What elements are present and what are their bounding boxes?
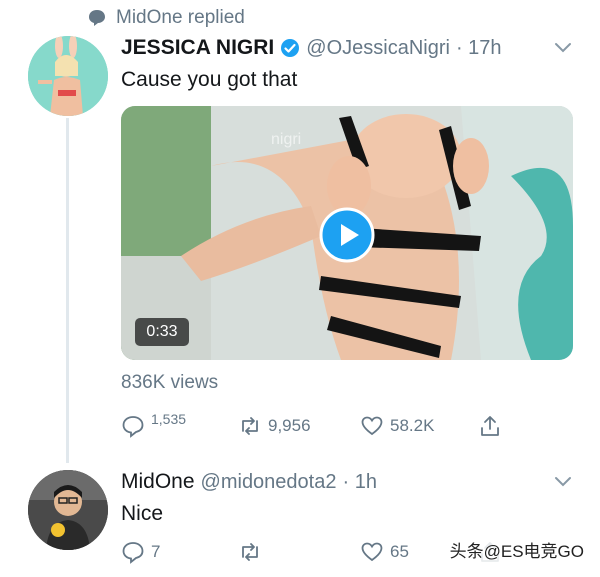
like-button[interactable]: 65: [360, 540, 409, 564]
heart-icon: [361, 542, 383, 562]
retweet-icon: [242, 543, 258, 561]
chevron-down-icon[interactable]: [554, 42, 572, 54]
avatar[interactable]: [28, 36, 108, 116]
source-watermark: 头条@ES电竞GO: [447, 536, 586, 563]
retweet-button[interactable]: [238, 540, 268, 564]
author-handle[interactable]: @midonedota2: [201, 471, 337, 494]
share-icon: [481, 416, 499, 436]
tweet-text: Cause you got that: [121, 68, 298, 91]
tweet-time[interactable]: · 1h: [342, 471, 376, 494]
reply-context[interactable]: MidOne replied: [88, 6, 245, 30]
author-name[interactable]: MidOne: [121, 470, 195, 494]
reply-button[interactable]: 1,535: [121, 413, 187, 438]
avatar[interactable]: [28, 470, 108, 550]
tweet-time[interactable]: · 17h: [456, 37, 502, 60]
avatar-image: [28, 36, 108, 116]
retweet-button[interactable]: 9,956: [238, 414, 311, 438]
like-count: 58.2K: [390, 416, 435, 435]
heart-icon: [361, 416, 383, 436]
like-button[interactable]: 58.2K: [360, 414, 434, 438]
view-count: 836K views: [121, 372, 219, 393]
thread-line: [66, 118, 69, 463]
video-duration: 0:33: [135, 318, 189, 346]
share-button[interactable]: [478, 414, 502, 438]
chevron-down-icon[interactable]: [554, 476, 572, 488]
reply-button[interactable]: 7: [121, 540, 160, 564]
retweet-count: 9,956: [268, 416, 311, 435]
reply-count: 7: [151, 542, 161, 561]
reply-count: 1,535: [151, 413, 187, 427]
author-name[interactable]: JESSICA NIGRI: [121, 36, 274, 60]
reply-icon: [122, 416, 144, 438]
replied-label: MidOne replied: [116, 7, 245, 28]
play-icon[interactable]: [319, 207, 375, 263]
verified-badge-icon: [281, 39, 300, 57]
like-count: 65: [390, 542, 409, 561]
tweet-header: JESSICA NIGRI @OJessicaNigri · 17h: [121, 34, 502, 62]
speech-bubble-icon: [89, 10, 105, 26]
author-handle[interactable]: @OJessicaNigri: [306, 37, 450, 60]
video-watermark: nigri: [271, 131, 301, 148]
avatar-image: [28, 470, 108, 550]
reply-icon: [122, 542, 144, 564]
tweet-header: MidOne @midonedota2 · 1h: [121, 468, 377, 496]
retweet-icon: [242, 417, 258, 435]
tweet-text: Nice: [121, 502, 164, 525]
